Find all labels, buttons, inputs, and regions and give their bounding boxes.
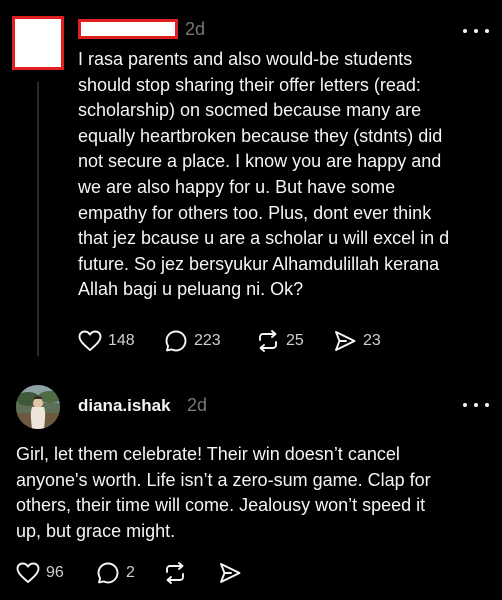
post-body-text: Girl, let them celebrate! Their win does… bbox=[16, 444, 431, 541]
thread-connector-line bbox=[37, 82, 39, 356]
username-redacted[interactable] bbox=[78, 19, 178, 39]
avatar-photo bbox=[16, 385, 60, 429]
more-options-icon[interactable] bbox=[463, 395, 489, 415]
like-count: 148 bbox=[108, 332, 135, 349]
thread-post-original: 2d I rasa parents and also would-be stud… bbox=[0, 0, 502, 372]
repost-count: 25 bbox=[286, 332, 304, 349]
post-timestamp: 2d bbox=[187, 395, 208, 415]
send-icon bbox=[220, 563, 241, 583]
comment-bubble-icon bbox=[97, 562, 119, 584]
username[interactable]: diana.ishak bbox=[78, 396, 171, 416]
share-button[interactable] bbox=[218, 560, 242, 586]
comment-count: 223 bbox=[194, 332, 221, 349]
more-options-icon[interactable] bbox=[463, 21, 489, 41]
avatar[interactable] bbox=[16, 385, 60, 429]
comment-button[interactable]: 2 bbox=[96, 560, 135, 586]
comment-button[interactable]: 223 bbox=[164, 328, 221, 354]
repost-button[interactable]: 25 bbox=[256, 328, 304, 354]
repost-arrows-icon bbox=[259, 330, 277, 352]
repost-arrows-icon bbox=[166, 562, 184, 584]
heart-icon bbox=[78, 330, 102, 351]
share-count: 23 bbox=[363, 332, 381, 349]
share-button[interactable]: 23 bbox=[333, 328, 381, 354]
like-count: 96 bbox=[46, 564, 64, 581]
like-button[interactable]: 96 bbox=[16, 560, 64, 586]
post-body-text: I rasa parents and also would-be student… bbox=[78, 49, 450, 300]
avatar-redacted[interactable] bbox=[12, 16, 64, 70]
repost-button[interactable] bbox=[163, 560, 187, 586]
send-icon bbox=[335, 331, 356, 351]
comment-count: 2 bbox=[126, 564, 135, 581]
like-button[interactable]: 148 bbox=[78, 328, 135, 354]
post-timestamp: 2d bbox=[185, 19, 206, 39]
thread-post-reply: diana.ishak 2d Girl, let them celebrate!… bbox=[0, 372, 502, 600]
comment-bubble-icon bbox=[165, 330, 187, 352]
heart-icon bbox=[16, 562, 40, 583]
